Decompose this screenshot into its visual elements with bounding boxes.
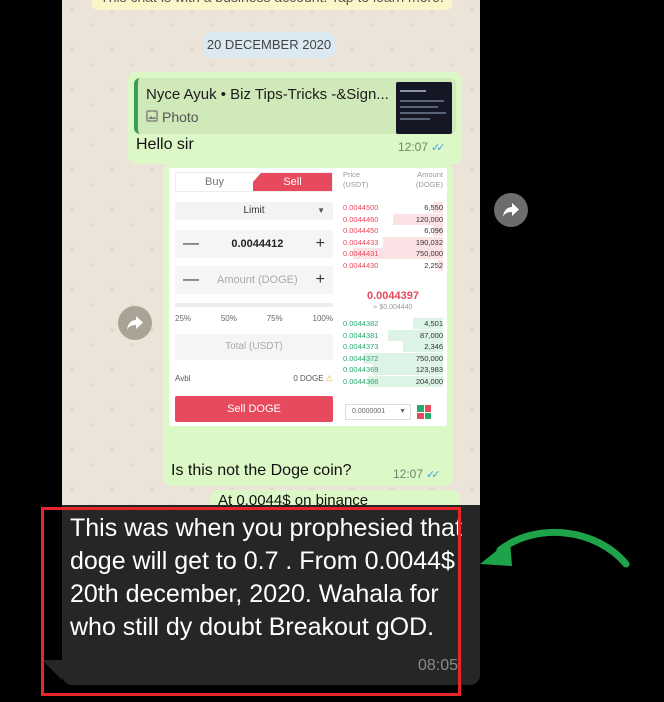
read-ticks-icon: ✓✓ [431, 141, 446, 154]
order-book-footer: 0.0000001 ▼ [345, 404, 443, 420]
caret-down-icon: ▼ [399, 408, 406, 415]
message-text: Is this not the Doge coin? [171, 462, 352, 479]
order-form: Buy Sell Limit ▼ — 0.0044412 + — Amount … [169, 168, 337, 426]
photo-icon [146, 109, 158, 125]
ask-row: 0.0044430 2,252 [343, 259, 443, 271]
quoted-title: Nyce Ayuk • Biz Tips-Tricks -&Sign... [146, 86, 389, 103]
ask-row: 0.0044433 190,032 [343, 236, 443, 248]
last-price-usd: ≈ $0.004440 [373, 304, 413, 311]
order-price: 0.0044366 [343, 376, 379, 386]
total-field: Total (USDT) [175, 334, 333, 360]
order-price: 0.0044433 [343, 237, 379, 247]
order-amount: 4,501 [424, 319, 443, 328]
order-amount: 750,000 [415, 249, 443, 258]
warning-icon: ⚠ [325, 374, 333, 383]
ask-row: 0.0044460 120,000 [343, 213, 443, 225]
order-price: 0.0044500 [343, 203, 379, 212]
buy-sell-toggle: Buy Sell [175, 172, 333, 192]
bid-row: 0.0044366 204,000 [343, 375, 443, 387]
order-price: 0.0044369 [343, 365, 379, 374]
amount-stepper: — Amount (DOGE) + [175, 266, 333, 294]
percent-slider [175, 303, 333, 307]
order-amount: 123,983 [415, 365, 443, 374]
message-text: Hello sir [136, 136, 194, 153]
bid-row: 0.0044369 123,983 [343, 364, 443, 375]
trade-screenshot[interactable]: Buy Sell Limit ▼ — 0.0044412 + — Amount … [169, 168, 447, 426]
decimals-select: 0.0000001 ▼ [345, 404, 411, 420]
percent-labels: 25% 50% 75% 100% [175, 314, 333, 323]
forward-icon [127, 316, 143, 330]
read-ticks-icon: ✓✓ [426, 468, 441, 481]
bid-row: 0.0044382 4,501 [343, 318, 443, 329]
ask-row: 0.0044431 750,000 [343, 248, 443, 259]
order-amount: 87,000 [420, 330, 443, 340]
screenshot: This chat is with a business account. Ta… [0, 0, 664, 702]
order-amount: 750,000 [415, 353, 443, 363]
forward-icon [503, 203, 519, 217]
business-account-notice[interactable]: This chat is with a business account. Ta… [92, 0, 452, 10]
highlight-box [41, 507, 461, 696]
ask-row: 0.0044450 6,096 [343, 225, 443, 236]
forward-button[interactable] [494, 193, 528, 227]
message-bubble[interactable]: At 0.0044$ on binance [210, 490, 460, 505]
minus-icon: — [183, 235, 199, 252]
quoted-message[interactable]: Nyce Ayuk • Biz Tips-Tricks -&Sign... Ph… [134, 78, 456, 134]
order-price: 0.0044450 [343, 226, 379, 235]
order-price: 0.0044381 [343, 330, 379, 340]
order-amount: 6,096 [424, 226, 443, 235]
order-amount: 2,252 [424, 260, 443, 270]
available-balance: Avbl 0 DOGE ⚠ [175, 374, 333, 383]
plus-icon: + [315, 235, 325, 252]
order-amount: 190,032 [415, 237, 443, 247]
order-price: 0.0044372 [343, 353, 379, 363]
book-layout-icon [417, 405, 431, 419]
order-book-header: Price (USDT) Amount (DOGE) [343, 170, 443, 189]
minus-icon: — [183, 271, 199, 288]
message-bubble[interactable]: Buy Sell Limit ▼ — 0.0044412 + — Amount … [163, 164, 453, 486]
message-time: 12:07 ✓✓ [398, 140, 446, 154]
order-amount: 6,550 [424, 203, 443, 212]
order-amount: 120,000 [415, 214, 443, 224]
ask-row: 0.0044500 6,550 [343, 202, 443, 213]
forward-button[interactable] [118, 306, 152, 340]
caret-down-icon: ▼ [317, 206, 325, 215]
order-book: Price (USDT) Amount (DOGE) 0.0044500 6,55… [341, 168, 445, 426]
bid-row: 0.0044372 750,000 [343, 352, 443, 364]
order-price: 0.0044382 [343, 319, 379, 328]
message-text: At 0.0044$ on binance [218, 492, 369, 505]
order-price: 0.0044430 [343, 260, 379, 270]
quoted-photo-thumbnail[interactable] [396, 82, 452, 134]
tab-buy: Buy [205, 176, 224, 188]
order-amount: 2,346 [424, 342, 443, 351]
order-type-select: Limit ▼ [175, 202, 333, 220]
green-arrow-icon [480, 529, 630, 568]
plus-icon: + [315, 271, 325, 288]
date-chip: 20 DECEMBER 2020 [203, 32, 335, 58]
order-price: 0.0044460 [343, 214, 379, 224]
message-time: 12:07 ✓✓ [393, 467, 441, 481]
message-bubble[interactable]: Nyce Ayuk • Biz Tips-Tricks -&Sign... Ph… [128, 72, 462, 164]
chat-panel: This chat is with a business account. Ta… [62, 0, 480, 505]
tab-sell: Sell [253, 173, 332, 191]
bid-row: 0.0044373 2,346 [343, 341, 443, 352]
order-price: 0.0044431 [343, 249, 379, 258]
price-stepper: — 0.0044412 + [175, 230, 333, 258]
last-price: 0.0044397 [367, 290, 419, 302]
bid-row: 0.0044381 87,000 [343, 329, 443, 341]
order-amount: 204,000 [415, 376, 443, 386]
order-price: 0.0044373 [343, 342, 379, 351]
quoted-subtitle: Photo [146, 109, 199, 125]
sell-doge-button: Sell DOGE [175, 396, 333, 422]
